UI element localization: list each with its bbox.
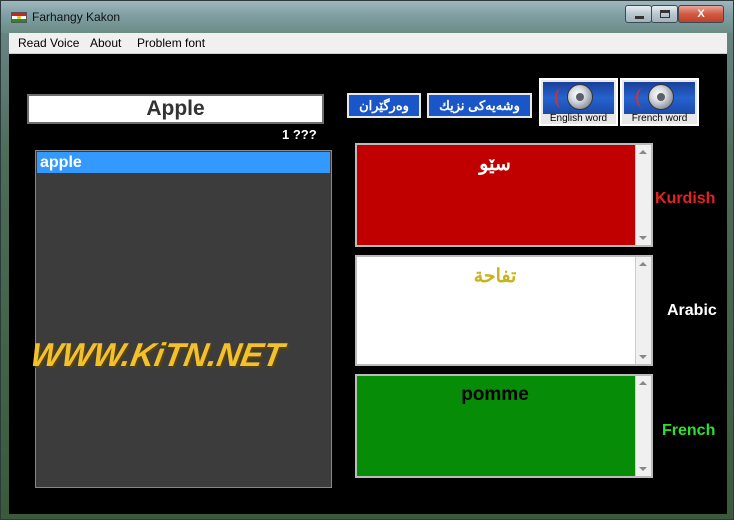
menu-read-voice[interactable]: Read Voice xyxy=(18,36,79,50)
app-window: Farhangy Kakon X Read Voice About Proble… xyxy=(0,0,734,520)
kurdish-translation: سێو xyxy=(479,154,511,175)
window-title: Farhangy Kakon xyxy=(32,10,121,24)
kurdish-translation-box[interactable]: سێو xyxy=(355,143,653,247)
scrollbar[interactable] xyxy=(635,257,651,364)
close-button[interactable]: X xyxy=(678,5,724,23)
arabic-translation-box[interactable]: تفاحة xyxy=(355,255,653,366)
close-icon: X xyxy=(697,8,705,20)
french-translation: pomme xyxy=(461,384,529,405)
menu-bar: Read Voice About Problem font xyxy=(9,33,727,54)
kurdish-label: Kurdish xyxy=(655,190,716,207)
result-count: 1 ??? xyxy=(282,127,317,142)
french-translation-box[interactable]: pomme xyxy=(355,374,653,478)
menu-problem-font[interactable]: Problem font xyxy=(137,36,205,50)
minimize-icon xyxy=(635,16,644,19)
list-item[interactable]: apple xyxy=(37,152,330,173)
site-logo: WWW.KiTN.NET xyxy=(27,336,287,373)
minimize-button[interactable] xyxy=(625,5,652,23)
english-word-label: English word xyxy=(549,113,608,124)
maximize-button[interactable] xyxy=(651,5,678,23)
title-bar[interactable]: Farhangy Kakon X xyxy=(1,1,733,33)
scrollbar[interactable] xyxy=(635,145,651,245)
similar-word-button[interactable]: وشەیەکی نزیك xyxy=(427,93,532,118)
french-label: French xyxy=(662,422,716,439)
french-word-label: French word xyxy=(631,113,688,124)
speaker-icon xyxy=(543,82,614,114)
translate-button[interactable]: وەرگێران xyxy=(347,93,421,118)
search-input[interactable]: Apple xyxy=(27,94,324,124)
arabic-label: Arabic xyxy=(667,302,717,319)
main-panel: Apple 1 ??? apple WWW.KiTN.NET وەرگێران … xyxy=(9,54,727,514)
english-word-button[interactable]: English word xyxy=(539,78,618,126)
scrollbar[interactable] xyxy=(635,376,651,476)
french-word-button[interactable]: French word xyxy=(620,78,699,126)
word-list[interactable]: apple xyxy=(35,150,332,488)
speaker-icon xyxy=(624,82,695,114)
arabic-translation: تفاحة xyxy=(473,266,517,287)
kurdistan-flag-icon xyxy=(11,12,27,23)
maximize-icon xyxy=(660,10,670,18)
menu-about[interactable]: About xyxy=(90,36,121,50)
